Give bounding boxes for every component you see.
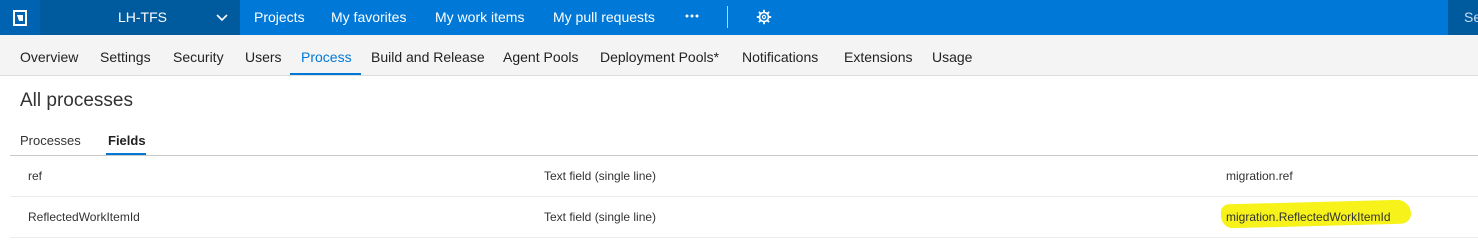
tab-deployment-pools[interactable]: Deployment Pools*: [600, 49, 719, 65]
account-name: LH-TFS: [118, 9, 167, 25]
chevron-down-icon: [216, 14, 228, 22]
admin-tab-bar: Overview Settings Security Users Process…: [0, 35, 1478, 76]
field-reference-name: migration.ReflectedWorkItemId: [1226, 210, 1391, 224]
more-icon[interactable]: [684, 10, 700, 22]
search-input[interactable]: Se: [1448, 0, 1478, 35]
tab-process[interactable]: Process: [301, 49, 352, 65]
nav-my-pull-requests[interactable]: My pull requests: [553, 9, 655, 25]
field-type: Text field (single line): [544, 210, 657, 224]
tab-security[interactable]: Security: [173, 49, 224, 65]
tab-build-and-release[interactable]: Build and Release: [371, 49, 485, 65]
active-tab-indicator: [290, 73, 361, 75]
field-type: Text field (single line): [544, 169, 657, 183]
field-name: ReflectedWorkItemId: [28, 210, 140, 224]
account-switcher[interactable]: LH-TFS: [40, 0, 240, 35]
tab-settings[interactable]: Settings: [100, 49, 151, 65]
nav-divider: [727, 6, 728, 28]
tab-users[interactable]: Users: [245, 49, 282, 65]
tab-extensions[interactable]: Extensions: [844, 49, 912, 65]
vsts-logo-icon[interactable]: [0, 0, 40, 35]
top-nav-bar: LH-TFS Projects My favorites My work ite…: [0, 0, 1478, 35]
gear-icon[interactable]: [756, 9, 772, 25]
nav-projects[interactable]: Projects: [254, 9, 305, 25]
subtab-processes[interactable]: Processes: [20, 133, 81, 148]
page-title: All processes: [20, 90, 133, 111]
tab-usage[interactable]: Usage: [932, 49, 972, 65]
nav-my-favorites[interactable]: My favorites: [331, 9, 406, 25]
tab-overview[interactable]: Overview: [20, 49, 78, 65]
tab-notifications[interactable]: Notifications: [742, 49, 818, 65]
table-row[interactable]: ref Text field (single line) migration.r…: [10, 156, 1478, 197]
search-placeholder: Se: [1464, 9, 1478, 25]
field-reference-name: migration.ref: [1226, 169, 1293, 183]
tab-agent-pools[interactable]: Agent Pools: [503, 49, 579, 65]
table-row[interactable]: ReflectedWorkItemId Text field (single l…: [10, 197, 1478, 238]
subtab-fields[interactable]: Fields: [108, 133, 146, 148]
field-name: ref: [28, 169, 43, 183]
nav-my-work-items[interactable]: My work items: [435, 9, 524, 25]
